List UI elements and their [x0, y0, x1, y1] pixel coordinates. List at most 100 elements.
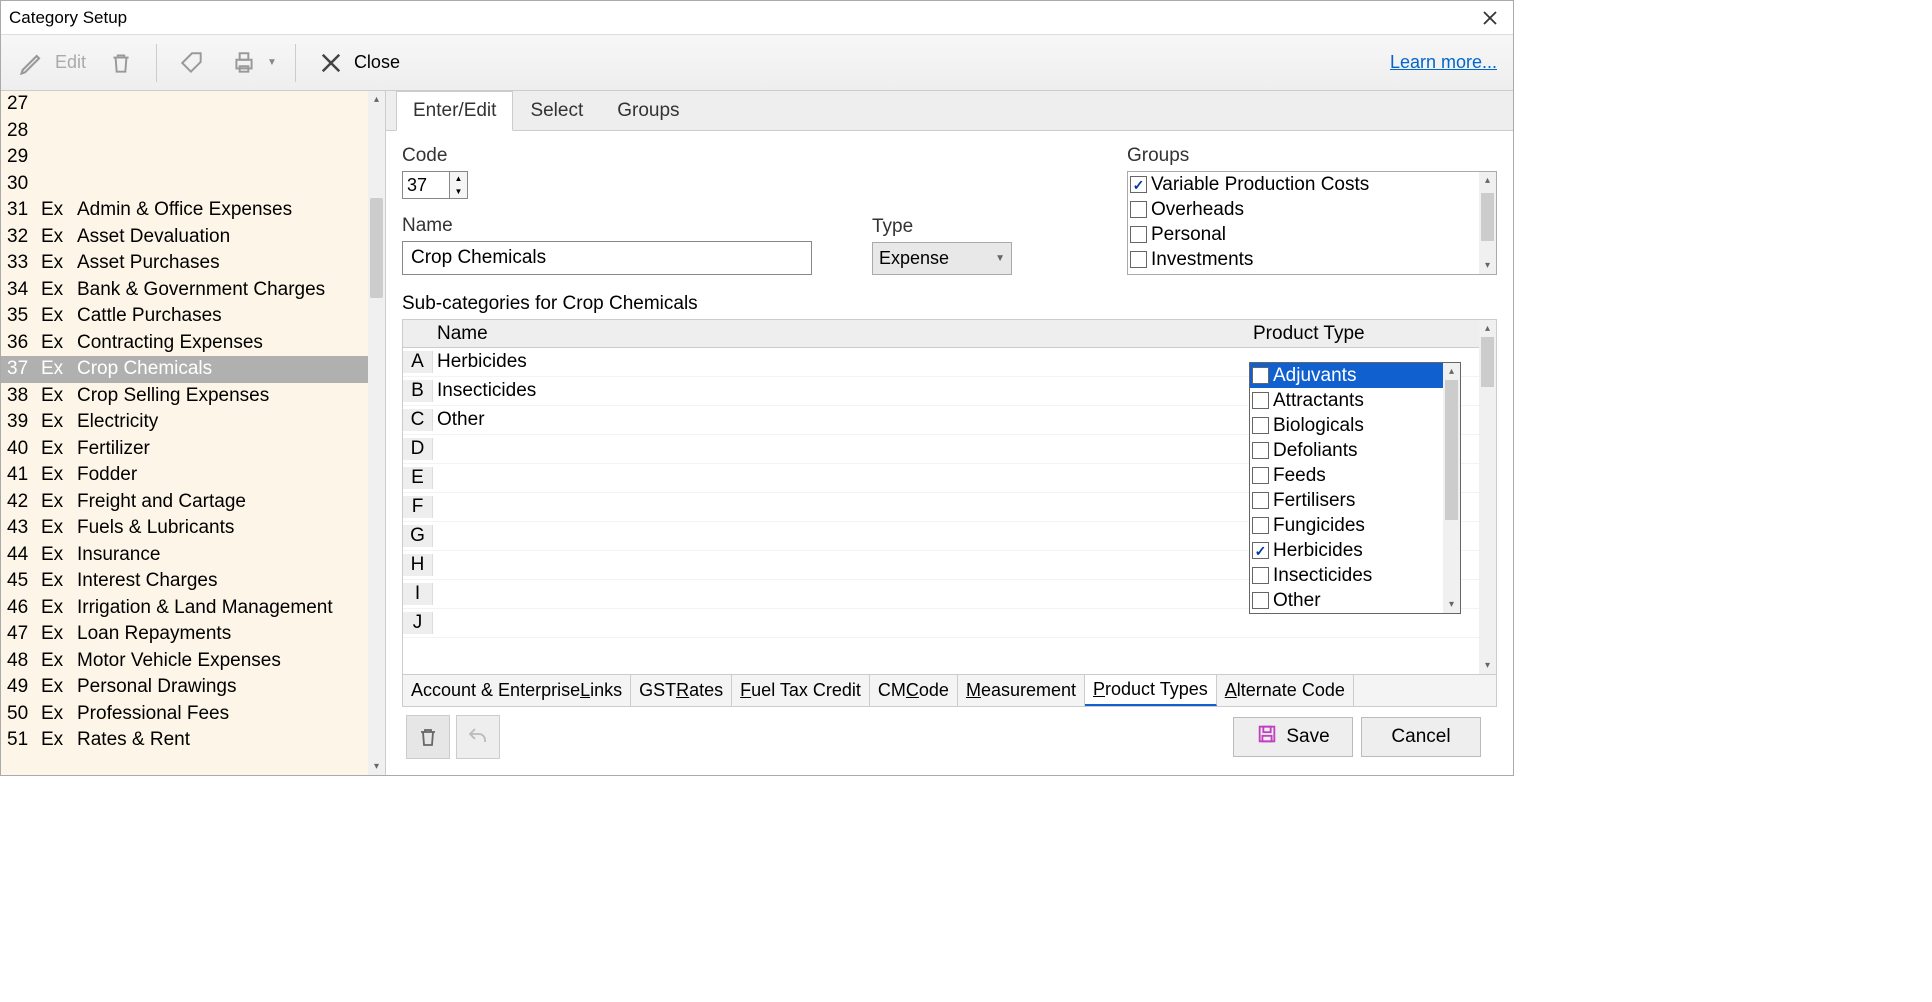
category-list-panel: 2728293031ExAdmin & Office Expenses32ExA… — [1, 91, 386, 775]
scroll-thumb[interactable] — [1481, 193, 1494, 241]
product-type-option[interactable]: Herbicides — [1250, 538, 1460, 563]
category-row[interactable]: 39ExElectricity — [1, 409, 385, 436]
chevron-down-icon: ▼ — [995, 253, 1005, 264]
detail-tab[interactable]: Alternate Code — [1217, 675, 1354, 706]
type-select[interactable]: Expense ▼ — [872, 242, 1012, 275]
product-type-option[interactable]: Fertilisers — [1250, 488, 1460, 513]
category-row[interactable]: 38ExCrop Selling Expenses — [1, 383, 385, 410]
checkbox-icon — [1130, 226, 1147, 243]
detail-tab[interactable]: Account & Enterprise Links — [403, 675, 631, 706]
detail-tab[interactable]: CM Code — [870, 675, 958, 706]
checkbox-icon — [1130, 176, 1147, 193]
group-option[interactable]: Overheads — [1128, 197, 1479, 222]
tab-select[interactable]: Select — [513, 91, 600, 130]
detail-tab[interactable]: Product Types — [1085, 675, 1217, 706]
category-row[interactable]: 46ExIrrigation & Land Management — [1, 595, 385, 622]
category-row[interactable]: 45ExInterest Charges — [1, 568, 385, 595]
group-option[interactable]: Investments — [1128, 247, 1479, 272]
product-type-option[interactable]: Defoliants — [1250, 438, 1460, 463]
scroll-down-icon[interactable]: ▾ — [1479, 257, 1496, 274]
category-row[interactable]: 37ExCrop Chemicals — [1, 356, 385, 383]
product-type-option[interactable]: Biologicals — [1250, 413, 1460, 438]
scroll-down-icon[interactable]: ▾ — [368, 758, 385, 775]
close-icon — [314, 46, 348, 80]
tag-icon — [175, 46, 209, 80]
cancel-button[interactable]: Cancel — [1361, 717, 1481, 757]
detail-tab[interactable]: Fuel Tax Credit — [732, 675, 870, 706]
checkbox-icon — [1252, 467, 1269, 484]
table-row[interactable]: AHerbicidesAdjuvantsAttractantsBiologica… — [403, 348, 1479, 377]
delete-button[interactable] — [98, 42, 144, 84]
scroll-thumb[interactable] — [1481, 337, 1494, 387]
category-row[interactable]: 50ExProfessional Fees — [1, 701, 385, 728]
checkbox-icon — [1252, 517, 1269, 534]
product-type-option[interactable]: Fungicides — [1250, 513, 1460, 538]
delete-subcat-button[interactable] — [406, 715, 450, 759]
category-row[interactable]: 27 — [1, 91, 385, 118]
category-row[interactable]: 41ExFodder — [1, 462, 385, 489]
window-close-button[interactable] — [1475, 3, 1505, 33]
product-type-option[interactable]: Feeds — [1250, 463, 1460, 488]
learn-more-link[interactable]: Learn more... — [1390, 52, 1497, 73]
category-row[interactable]: 44ExInsurance — [1, 542, 385, 569]
edit-button[interactable]: Edit — [9, 42, 92, 84]
checkbox-icon — [1252, 392, 1269, 409]
scroll-up-icon[interactable]: ▴ — [368, 91, 385, 108]
category-row[interactable]: 47ExLoan Repayments — [1, 621, 385, 648]
save-button[interactable]: Save — [1233, 717, 1353, 757]
category-row[interactable]: 51ExRates & Rent — [1, 727, 385, 754]
product-type-dropdown[interactable]: AdjuvantsAttractantsBiologicalsDefoliant… — [1249, 362, 1461, 614]
product-type-option[interactable]: Attractants — [1250, 388, 1460, 413]
close-button[interactable]: Close — [308, 42, 406, 84]
category-row[interactable]: 48ExMotor Vehicle Expenses — [1, 648, 385, 675]
separator — [156, 44, 157, 82]
code-spin-down[interactable]: ▼ — [450, 185, 467, 198]
category-row[interactable]: 43ExFuels & Lubricants — [1, 515, 385, 542]
code-label: Code — [402, 145, 1012, 167]
checkbox-icon — [1252, 567, 1269, 584]
groups-listbox[interactable]: Variable Production CostsOverheadsPerson… — [1127, 171, 1497, 275]
tab-groups[interactable]: Groups — [600, 91, 696, 130]
category-row[interactable]: 49ExPersonal Drawings — [1, 674, 385, 701]
print-button[interactable]: ▼ — [221, 42, 283, 84]
scroll-up-icon[interactable]: ▴ — [1479, 320, 1496, 337]
category-row[interactable]: 32ExAsset Devaluation — [1, 224, 385, 251]
tab-enter-edit[interactable]: Enter/Edit — [396, 91, 513, 131]
category-row[interactable]: 28 — [1, 118, 385, 145]
chevron-down-icon: ▼ — [267, 57, 277, 68]
title-bar: Category Setup — [1, 1, 1513, 35]
code-spin-up[interactable]: ▲ — [450, 172, 467, 185]
checkbox-icon — [1252, 592, 1269, 609]
category-row[interactable]: 34ExBank & Government Charges — [1, 277, 385, 304]
name-input[interactable] — [402, 241, 812, 275]
group-option[interactable]: Personal — [1128, 222, 1479, 247]
sidebar-scrollbar[interactable]: ▴ ▾ — [368, 91, 385, 775]
category-row[interactable]: 35ExCattle Purchases — [1, 303, 385, 330]
grid-scrollbar[interactable]: ▴ ▾ — [1479, 320, 1496, 674]
groups-label: Groups — [1127, 145, 1497, 167]
checkbox-icon — [1252, 492, 1269, 509]
category-row[interactable]: 31ExAdmin & Office Expenses — [1, 197, 385, 224]
category-row[interactable]: 30 — [1, 171, 385, 198]
detail-tab[interactable]: Measurement — [958, 675, 1085, 706]
undo-button[interactable] — [456, 715, 500, 759]
product-type-option[interactable]: Other — [1250, 588, 1460, 613]
dropdown-scrollbar[interactable]: ▴▾ — [1443, 363, 1460, 613]
scroll-thumb[interactable] — [370, 198, 383, 298]
printer-icon — [227, 46, 261, 80]
product-type-option[interactable]: Insecticides — [1250, 563, 1460, 588]
category-row[interactable]: 29 — [1, 144, 385, 171]
groups-scrollbar[interactable]: ▴ ▾ — [1479, 172, 1496, 274]
scroll-up-icon[interactable]: ▴ — [1479, 172, 1496, 189]
tag-button[interactable] — [169, 42, 215, 84]
code-input[interactable] — [402, 171, 450, 199]
detail-tab[interactable]: GST Rates — [631, 675, 732, 706]
toolbar: Edit ▼ Close Learn more... — [1, 35, 1513, 91]
group-option[interactable]: Variable Production Costs — [1128, 172, 1479, 197]
product-type-option[interactable]: Adjuvants — [1250, 363, 1460, 388]
category-row[interactable]: 36ExContracting Expenses — [1, 330, 385, 357]
category-row[interactable]: 33ExAsset Purchases — [1, 250, 385, 277]
scroll-down-icon[interactable]: ▾ — [1479, 657, 1496, 674]
category-row[interactable]: 40ExFertilizer — [1, 436, 385, 463]
category-row[interactable]: 42ExFreight and Cartage — [1, 489, 385, 516]
